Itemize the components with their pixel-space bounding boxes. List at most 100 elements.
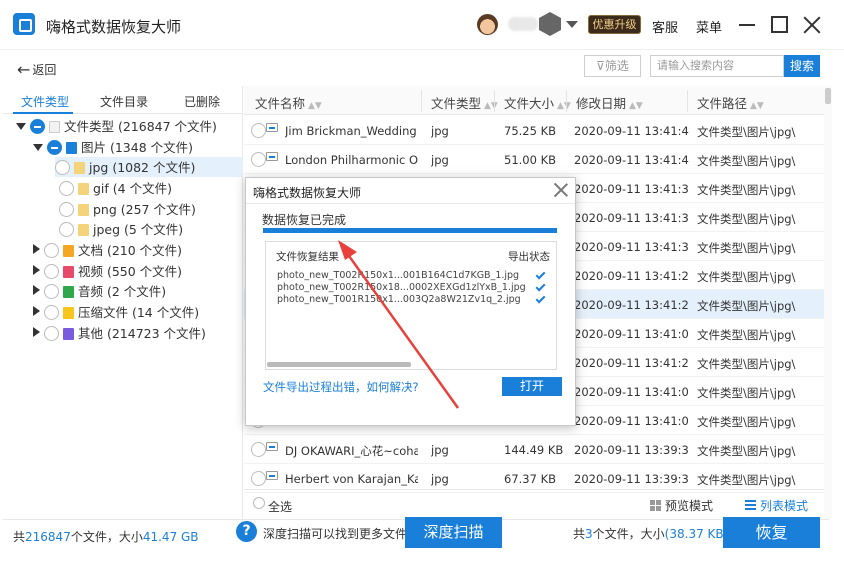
cell-path: 文件类型\图片\jpg\ <box>697 386 796 400</box>
customer-service-button[interactable]: 客服 <box>652 17 678 36</box>
tree-node-jpg[interactable]: jpg (1082 个文件) <box>55 157 243 177</box>
expand-icon[interactable] <box>33 144 43 151</box>
image-file-icon <box>266 471 278 480</box>
folder-icon <box>78 224 89 236</box>
tree-checkbox[interactable] <box>47 140 62 155</box>
search-input[interactable]: 请输入搜索内容 <box>650 55 784 77</box>
table-row[interactable]: London Philharmonic Orc... jpg 51.00 KB 202… <box>244 145 824 174</box>
list-mode-button[interactable]: 列表模式 <box>745 497 808 514</box>
filter-button[interactable]: ⊽筛选 <box>584 55 641 77</box>
cell-date: 2020-09-11 13:41:29 <box>574 269 689 283</box>
dialog-close-icon[interactable] <box>553 182 569 198</box>
total-files-info: 共216847个文件，大小41.47 GB <box>13 528 199 545</box>
cell-path: 文件类型\图片\jpg\ <box>697 270 796 284</box>
tree-node-images[interactable]: 图片 (1348 个文件) <box>33 137 193 157</box>
tree-checkbox[interactable] <box>44 243 59 258</box>
tree-checkbox[interactable] <box>44 326 59 341</box>
cell-date: 2020-09-11 13:41:31 <box>574 182 689 196</box>
column-divider[interactable] <box>566 90 567 112</box>
upgrade-button[interactable]: 优惠升级 <box>588 15 641 34</box>
check-icon <box>535 269 546 280</box>
export-error-help-link[interactable]: 文件导出过程出错，如何解决? <box>263 379 419 395</box>
select-all-checkbox[interactable] <box>253 497 265 509</box>
tab-file-directory[interactable]: 文件目录 <box>100 93 148 110</box>
vip-badge-icon[interactable] <box>539 12 561 36</box>
select-all-label[interactable]: 全选 <box>268 498 292 515</box>
tree-label: 其他 (214723 个文件) <box>78 326 206 341</box>
tree-label: 图片 (1348 个文件) <box>81 140 194 155</box>
cell-date: 2020-09-11 13:39:33 <box>574 472 689 486</box>
open-folder-button[interactable]: 打开 <box>502 377 562 396</box>
expand-icon[interactable] <box>33 327 40 337</box>
column-header-name[interactable]: 文件名称 ▲▼ <box>255 93 322 112</box>
table-row[interactable]: Jim Brickman_Wedding S... jpg 75.25 KB 2020… <box>244 116 824 145</box>
filter-icon: ⊽ <box>596 59 605 73</box>
row-checkbox[interactable] <box>251 152 266 167</box>
expand-icon[interactable] <box>33 285 40 295</box>
recover-button[interactable]: 恢复 <box>723 517 820 548</box>
maximize-icon[interactable] <box>771 16 788 33</box>
app-logo-icon <box>13 13 35 35</box>
deep-scan-button[interactable]: 深度扫描 <box>405 517 502 548</box>
total-prefix: 共 <box>13 530 26 544</box>
left-tabs: 文件类型 文件目录 已删除 <box>3 86 242 114</box>
user-avatar[interactable] <box>477 14 498 35</box>
search-button[interactable]: 搜索 <box>784 55 820 77</box>
tab-deleted[interactable]: 已删除 <box>184 93 220 110</box>
tree-checkbox[interactable] <box>59 181 74 196</box>
video-icon <box>63 266 74 278</box>
tree-checkbox[interactable] <box>55 160 70 175</box>
table-row[interactable]: DJ OKAWARI_心花~cohan... jpg 144.49 KB 2020-0… <box>244 435 824 464</box>
minimize-icon[interactable] <box>739 24 755 26</box>
dialog-title: 嗨格式数据恢复大师 <box>253 186 362 200</box>
tree-checkbox[interactable] <box>44 305 59 320</box>
row-checkbox[interactable] <box>251 471 266 486</box>
recovered-file: photo_new_T002R150x18...0002XEXGd1zlYxB_… <box>277 282 526 293</box>
row-checkbox[interactable] <box>251 123 266 138</box>
column-header-date[interactable]: 修改日期 ▲▼ <box>576 93 643 112</box>
chevron-down-icon[interactable] <box>566 21 578 28</box>
tree-node-gif[interactable]: gif (4 个文件) <box>59 178 172 198</box>
tree-checkbox[interactable] <box>44 284 59 299</box>
back-button[interactable]: ← 返回 <box>17 60 56 79</box>
tree-label: jpg (1082 个文件) <box>89 160 196 175</box>
tree-node-all-types[interactable]: 文件类型 (216847 个文件) <box>16 116 217 136</box>
tree-node-other[interactable]: 其他 (214723 个文件) <box>33 323 206 343</box>
column-divider[interactable] <box>494 90 495 112</box>
tree-node-audio[interactable]: 音频 (2 个文件) <box>33 281 166 301</box>
scrollbar-thumb[interactable] <box>825 88 831 104</box>
app-title: 嗨格式数据恢复大师 <box>46 18 182 36</box>
cell-path: 文件类型\图片\jpg\ <box>697 328 796 342</box>
column-header-type[interactable]: 文件类型 ▲▼ <box>431 93 498 112</box>
username-blurred[interactable] <box>508 17 538 31</box>
tree-checkbox[interactable] <box>59 202 74 217</box>
column-divider[interactable] <box>687 90 688 112</box>
tree-node-documents[interactable]: 文档 (210 个文件) <box>33 240 182 260</box>
result-scrollbar[interactable] <box>267 362 411 367</box>
expand-icon[interactable] <box>33 306 40 316</box>
tree-checkbox[interactable] <box>59 222 74 237</box>
row-checkbox[interactable] <box>251 442 266 457</box>
tree-checkbox[interactable] <box>30 119 45 134</box>
close-icon[interactable] <box>801 14 823 36</box>
column-divider[interactable] <box>421 90 422 112</box>
table-header: 文件名称 ▲▼ 文件类型 ▲▼ 文件大小 ▲▼ 修改日期 ▲▼ 文件路径 ▲▼ <box>244 86 824 115</box>
expand-icon[interactable] <box>16 123 26 130</box>
tab-file-type[interactable]: 文件类型 <box>21 93 69 110</box>
preview-mode-button[interactable]: 预览模式 <box>650 497 713 514</box>
tree-node-png[interactable]: png (257 个文件) <box>59 199 196 219</box>
tree-node-archives[interactable]: 压缩文件 (14 个文件) <box>33 302 199 322</box>
column-header-size[interactable]: 文件大小 ▲▼ <box>504 93 571 112</box>
table-scrollbar[interactable] <box>824 86 832 519</box>
tree-node-video[interactable]: 视频 (550 个文件) <box>33 261 182 281</box>
tree-checkbox[interactable] <box>44 264 59 279</box>
tree-node-jpeg[interactable]: jpeg (5 个文件) <box>59 219 183 239</box>
folder-icon <box>78 204 89 216</box>
help-icon[interactable]: ? <box>236 521 257 542</box>
active-tab-indicator <box>13 112 73 114</box>
column-header-path[interactable]: 文件路径 ▲▼ <box>697 93 764 112</box>
expand-icon[interactable] <box>33 244 40 254</box>
menu-button[interactable]: 菜单 <box>696 17 722 36</box>
header-label: 文件类型 <box>431 96 482 111</box>
expand-icon[interactable] <box>33 265 40 275</box>
